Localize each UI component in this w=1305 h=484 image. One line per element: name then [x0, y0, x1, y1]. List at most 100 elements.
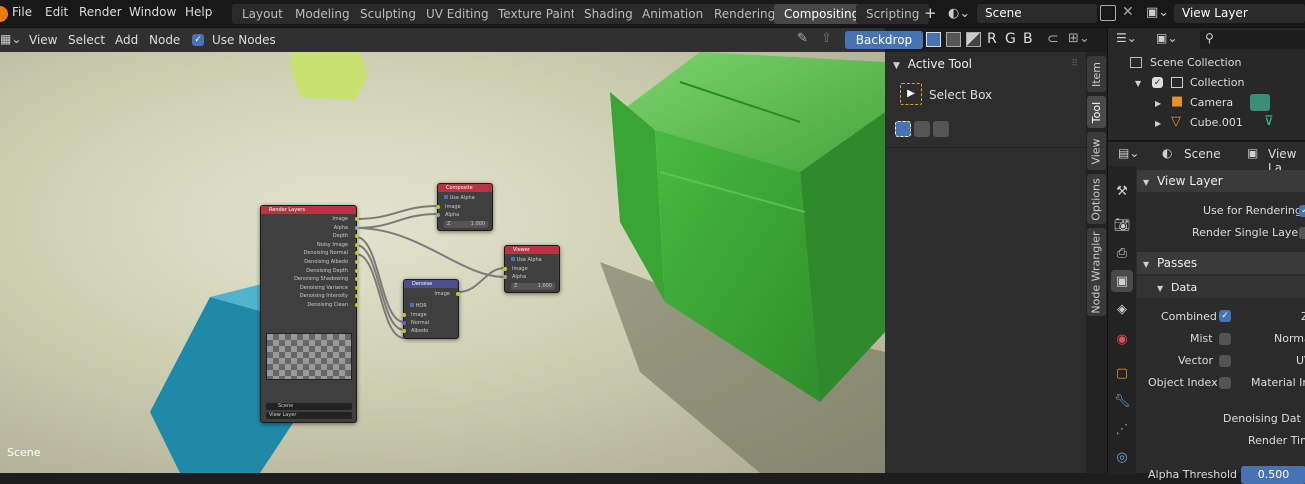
menu-file[interactable]: File: [12, 5, 32, 19]
render-layers-output-socket[interactable]: [355, 285, 359, 290]
menu-node[interactable]: Node: [149, 33, 180, 47]
tab-item[interactable]: Item: [1087, 56, 1106, 92]
menu-select[interactable]: Select: [68, 33, 105, 47]
properties-editor-type-icon[interactable]: ▤⌄: [1118, 146, 1139, 160]
copy-scene-icon[interactable]: [1100, 5, 1116, 21]
viewer-z-field[interactable]: Z 1.000: [511, 283, 555, 290]
mode-subtract-icon[interactable]: [933, 121, 949, 137]
composite-use-alpha[interactable]: Use Alpha: [444, 195, 475, 201]
viewer-node[interactable]: Viewer Use Alpha Image Alpha Z 1.000: [503, 245, 560, 293]
view-layer-field[interactable]: View Layer: [1174, 4, 1305, 23]
backdrop-channel-b-button[interactable]: B: [1023, 31, 1033, 47]
tab-options[interactable]: Options: [1087, 174, 1106, 224]
blender-logo-icon[interactable]: [0, 6, 8, 22]
output-properties-icon[interactable]: ⎙: [1111, 242, 1133, 264]
denoise-hdr-checkbox[interactable]: HDR: [410, 303, 427, 309]
collection-checkbox[interactable]: ✓: [1152, 77, 1163, 88]
world-properties-icon[interactable]: ◉: [1111, 328, 1133, 350]
parent-node-tree-icon[interactable]: ⇧: [821, 31, 832, 46]
viewer-node-header[interactable]: Viewer: [505, 246, 559, 254]
render-layers-output-socket[interactable]: [355, 225, 359, 230]
tab-view[interactable]: View: [1087, 132, 1106, 170]
denoise-albedo-socket[interactable]: [402, 329, 406, 333]
render-layers-node[interactable]: Render Layers Image Alpha Depth Noisy Image…: [260, 205, 359, 423]
outliner-editor-type-icon[interactable]: ☰⌄: [1116, 31, 1137, 45]
backdrop-channel-g-button[interactable]: G: [1005, 31, 1016, 47]
tool-properties-icon[interactable]: ⚒: [1111, 180, 1133, 202]
modifier-properties-icon[interactable]: 🔧︎: [1111, 390, 1133, 412]
render-single-layer-checkbox[interactable]: [1299, 227, 1305, 239]
render-layers-output-socket[interactable]: [355, 260, 359, 264]
scene-properties-icon[interactable]: ◈: [1111, 298, 1133, 320]
denoise-normal-socket[interactable]: [402, 321, 406, 325]
menu-view[interactable]: View: [29, 33, 57, 47]
render-layers-output-socket[interactable]: [355, 303, 359, 307]
camera-data-icon[interactable]: [1250, 94, 1270, 111]
menu-help[interactable]: Help: [185, 5, 212, 19]
cube-label[interactable]: Cube.001: [1190, 116, 1243, 129]
viewer-use-alpha[interactable]: Use Alpha: [511, 257, 542, 263]
denoise-image-socket[interactable]: [402, 313, 406, 317]
composite-node[interactable]: Composite Use Alpha Image Alpha Z 1.000: [436, 183, 493, 231]
render-layers-output-socket[interactable]: [355, 242, 359, 247]
combined-checkbox[interactable]: ✓: [1219, 310, 1231, 322]
render-layers-view-layer-field[interactable]: View Layer: [266, 412, 352, 419]
tab-node-wrangler[interactable]: Node Wrangler: [1087, 228, 1106, 316]
viewer-image-socket[interactable]: [503, 267, 507, 271]
collection-label[interactable]: Collection: [1190, 76, 1244, 89]
scene-collection-label[interactable]: Scene Collection: [1150, 56, 1241, 69]
tab-texture-paint[interactable]: Texture Paint: [488, 4, 586, 24]
mesh-data-icon[interactable]: ⊽: [1264, 114, 1274, 129]
close-scene-icon[interactable]: ✕: [1122, 4, 1134, 20]
backdrop-channel-color-alpha-icon[interactable]: [926, 32, 941, 47]
backdrop-channel-alpha-icon[interactable]: [966, 32, 981, 47]
use-nodes-checkbox[interactable]: ✓: [192, 34, 204, 46]
mode-extend-icon[interactable]: [914, 121, 930, 137]
render-layers-scene-field[interactable]: Scene: [266, 403, 352, 410]
tab-compositing[interactable]: Compositing: [774, 4, 870, 24]
physics-properties-icon[interactable]: ◎: [1111, 446, 1133, 468]
snap-icon[interactable]: ⊂: [1047, 31, 1059, 47]
render-layers-output-socket[interactable]: [355, 217, 359, 221]
properties-scene-label[interactable]: Scene: [1184, 147, 1221, 161]
add-workspace-button[interactable]: +: [924, 4, 937, 22]
use-for-rendering-checkbox[interactable]: ✓: [1299, 205, 1305, 217]
view-layer-icon[interactable]: ▣⌄: [1146, 5, 1169, 20]
menu-render[interactable]: Render: [79, 5, 122, 19]
object-index-checkbox[interactable]: [1219, 377, 1231, 389]
composite-z-field[interactable]: Z 1.000: [444, 221, 488, 228]
view-layer-panel-header[interactable]: ▼ View Layer: [1137, 170, 1305, 192]
data-subpanel-header[interactable]: ▼ Data: [1137, 276, 1305, 298]
tab-uv-editing[interactable]: UV Editing: [416, 4, 499, 24]
vector-checkbox[interactable]: [1219, 355, 1231, 367]
render-properties-icon[interactable]: 📷︎: [1111, 214, 1133, 236]
render-layers-node-header[interactable]: Render Layers: [261, 206, 356, 214]
node-editor-backdrop[interactable]: Render Layers Image Alpha Depth Noisy Image…: [0, 52, 885, 473]
object-properties-icon[interactable]: ▢: [1111, 362, 1133, 384]
backdrop-channel-r-button[interactable]: R: [987, 31, 997, 47]
cube-expand-icon[interactable]: ▶: [1155, 119, 1161, 128]
menu-edit[interactable]: Edit: [45, 5, 68, 19]
drag-handle-icon[interactable]: ⠿: [1071, 52, 1078, 76]
scene-selector-icon[interactable]: ◐⌄: [948, 6, 970, 21]
tab-tool[interactable]: Tool: [1087, 96, 1106, 128]
backdrop-button[interactable]: Backdrop: [845, 31, 923, 49]
composite-node-header[interactable]: Composite: [438, 184, 492, 192]
render-layers-output-socket[interactable]: [355, 268, 359, 273]
camera-label[interactable]: Camera: [1190, 96, 1233, 109]
mode-new-icon[interactable]: [895, 121, 911, 137]
active-tool-panel-header[interactable]: ▼ Active Tool ⠿: [885, 52, 1086, 76]
camera-expand-icon[interactable]: ▶: [1155, 99, 1161, 108]
menu-add[interactable]: Add: [115, 33, 138, 47]
denoise-image-output-socket[interactable]: [456, 292, 460, 296]
passes-panel-header[interactable]: ▼ Passes: [1137, 252, 1305, 274]
snap-settings-icon[interactable]: ⊞⌄: [1068, 31, 1090, 46]
tab-animation[interactable]: Animation: [632, 4, 714, 24]
view-layer-properties-icon[interactable]: ▣: [1111, 270, 1133, 292]
menu-window[interactable]: Window: [129, 5, 176, 19]
viewer-alpha-socket[interactable]: [503, 275, 507, 279]
tab-layout[interactable]: Layout: [232, 4, 293, 24]
outliner-search-input[interactable]: ⚲: [1200, 30, 1305, 49]
mist-checkbox[interactable]: [1219, 333, 1231, 345]
outliner-display-mode-icon[interactable]: ▣⌄: [1156, 31, 1177, 45]
